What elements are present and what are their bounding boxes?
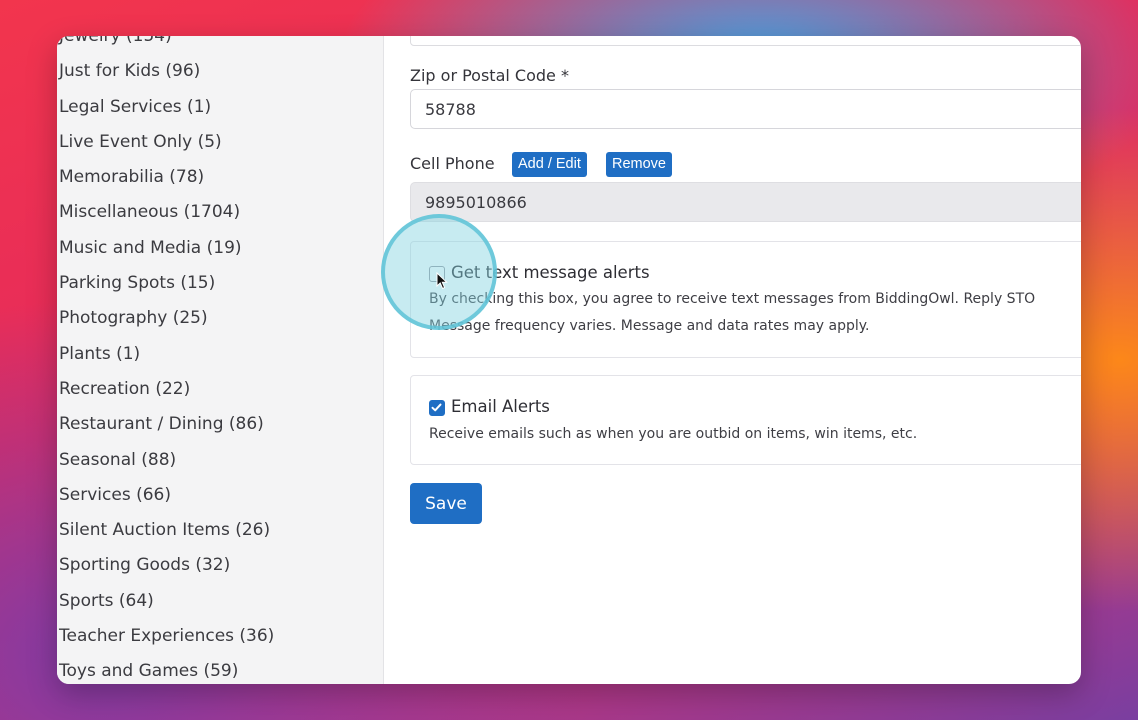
address-input[interactable] bbox=[410, 36, 1081, 46]
cell-phone-label: Cell Phone bbox=[410, 154, 495, 173]
account-form: Zip or Postal Code * 58788 Cell Phone Ad… bbox=[384, 36, 1081, 684]
category-item[interactable]: Plants (1) bbox=[59, 337, 274, 372]
email-alerts-title: Email Alerts bbox=[451, 397, 550, 416]
category-item[interactable]: Recreation (22) bbox=[59, 372, 274, 407]
category-item[interactable]: Seasonal (88) bbox=[59, 443, 274, 478]
category-item[interactable]: Memorabilia (78) bbox=[59, 160, 274, 195]
checkmark-icon bbox=[431, 403, 442, 412]
text-alerts-panel: Get text message alerts By checking this… bbox=[410, 241, 1081, 358]
category-item[interactable]: Parking Spots (15) bbox=[59, 266, 274, 301]
email-alerts-description: Receive emails such as when you are outb… bbox=[429, 426, 918, 442]
category-sidebar: Jewelry (154) Just for Kids (96) Legal S… bbox=[57, 36, 384, 684]
zip-label: Zip or Postal Code * bbox=[410, 66, 569, 85]
category-item[interactable]: Restaurant / Dining (86) bbox=[59, 407, 274, 442]
category-item[interactable]: Photography (25) bbox=[59, 301, 274, 336]
category-item[interactable]: Live Event Only (5) bbox=[59, 125, 274, 160]
category-item[interactable]: Music and Media (19) bbox=[59, 231, 274, 266]
email-alerts-panel: Email Alerts Receive emails such as when… bbox=[410, 375, 1081, 465]
text-alerts-title: Get text message alerts bbox=[451, 263, 650, 282]
category-item[interactable]: Toys and Games (59) bbox=[59, 654, 274, 684]
text-alerts-checkbox[interactable] bbox=[429, 266, 445, 282]
remove-phone-button[interactable]: Remove bbox=[606, 152, 672, 177]
category-item[interactable]: Sporting Goods (32) bbox=[59, 548, 274, 583]
add-edit-phone-button[interactable]: Add / Edit bbox=[512, 152, 587, 177]
text-alerts-disclaimer: Message frequency varies. Message and da… bbox=[429, 318, 870, 334]
category-item[interactable]: Jewelry (154) bbox=[59, 36, 274, 54]
category-item[interactable]: Teacher Experiences (36) bbox=[59, 619, 274, 654]
category-item[interactable]: Miscellaneous (1704) bbox=[59, 195, 274, 230]
save-button[interactable]: Save bbox=[410, 483, 482, 524]
zip-input[interactable]: 58788 bbox=[410, 89, 1081, 129]
browser-window: Jewelry (154) Just for Kids (96) Legal S… bbox=[57, 36, 1081, 684]
category-list: Jewelry (154) Just for Kids (96) Legal S… bbox=[59, 36, 274, 684]
category-item[interactable]: Sports (64) bbox=[59, 584, 274, 619]
email-alerts-checkbox[interactable] bbox=[429, 400, 445, 416]
cell-phone-input: 9895010866 bbox=[410, 182, 1081, 222]
category-item[interactable]: Legal Services (1) bbox=[59, 90, 274, 125]
category-item[interactable]: Services (66) bbox=[59, 478, 274, 513]
text-alerts-description: By checking this box, you agree to recei… bbox=[429, 291, 1036, 307]
category-item[interactable]: Just for Kids (96) bbox=[59, 54, 274, 89]
category-item[interactable]: Silent Auction Items (26) bbox=[59, 513, 274, 548]
